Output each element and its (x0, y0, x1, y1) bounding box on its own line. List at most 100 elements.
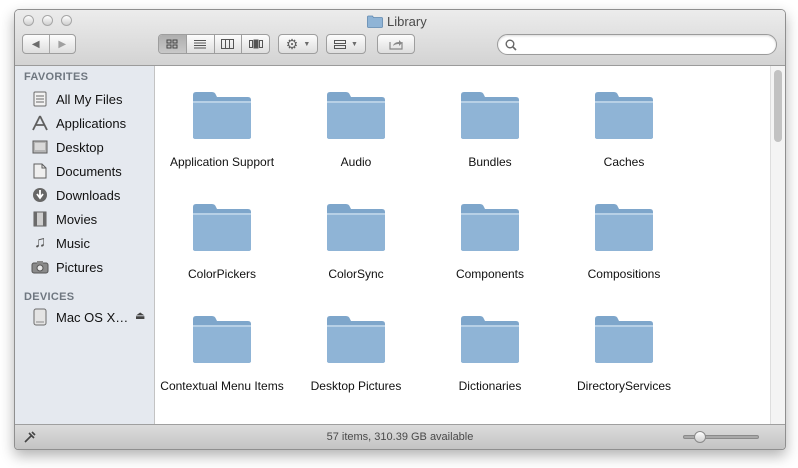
folder-icon (367, 15, 383, 28)
folder-item[interactable]: Components (423, 201, 557, 282)
list-view-icon (194, 40, 207, 49)
sidebar-item-label: Mac OS X… (56, 309, 129, 325)
hard-drive-icon (31, 308, 49, 326)
folder-item[interactable]: Desktop Pictures (289, 313, 423, 394)
folder-label: DirectoryServices (576, 379, 672, 393)
window-title: Library (367, 14, 427, 29)
folder-item[interactable]: Contextual Menu Items (155, 313, 289, 394)
sidebar-item-label: Music (56, 235, 90, 251)
nav-buttons: ◀ ▶ (22, 34, 76, 54)
forward-icon: ▶ (58, 38, 67, 50)
folder-item[interactable]: DirectoryServices (557, 313, 691, 394)
back-icon: ◀ (31, 38, 40, 50)
desktop-icon (31, 138, 49, 156)
movies-icon (31, 210, 49, 228)
folder-icon (324, 89, 388, 146)
status-bar: 57 items, 310.39 GB available (15, 424, 785, 449)
status-text: 57 items, 310.39 GB available (326, 431, 474, 443)
list-view-button[interactable] (187, 35, 215, 53)
finder-window: Library ◀ ▶ ⚙ ▼ ▼ FAVORITES All My Files… (14, 9, 786, 450)
file-grid: Application Support Audio Bundles Caches Col… (155, 66, 770, 424)
icon-view-icon (166, 39, 178, 49)
folder-label: Compositions (587, 267, 661, 281)
zoom-slider[interactable] (683, 431, 759, 443)
chevron-down-icon: ▼ (351, 40, 358, 48)
column-view-icon (221, 39, 235, 49)
arrange-menu-button[interactable]: ▼ (326, 34, 366, 54)
folder-label: Bundles (468, 155, 512, 169)
sidebar-item-applications[interactable]: Applications (31, 112, 126, 134)
downloads-icon (31, 186, 49, 204)
action-menu-button[interactable]: ⚙ ▼ (278, 34, 318, 54)
folder-label: Audio (340, 155, 372, 169)
zoom-button[interactable] (61, 15, 72, 26)
forward-button[interactable]: ▶ (50, 35, 76, 53)
folder-icon (190, 89, 254, 146)
sidebar-item-movies[interactable]: Movies (31, 208, 97, 230)
view-mode-control (158, 34, 270, 54)
folder-item[interactable]: Caches (557, 89, 691, 170)
sidebar-item-documents[interactable]: Documents (31, 160, 122, 182)
sidebar-item-label: All My Files (56, 91, 123, 107)
folder-icon (458, 313, 522, 370)
folder-icon (592, 201, 656, 258)
coverflow-view-icon (248, 39, 263, 49)
folder-item[interactable]: Audio (289, 89, 423, 170)
coverflow-view-button[interactable] (242, 35, 269, 53)
zoom-slider-knob[interactable] (694, 431, 706, 443)
sidebar-item-all-my-files[interactable]: All My Files (31, 88, 122, 110)
icon-view-button[interactable] (159, 35, 187, 53)
music-icon: ♫ (34, 234, 46, 251)
pictures-icon (31, 258, 49, 276)
search-field[interactable] (497, 34, 777, 55)
folder-icon (458, 201, 522, 258)
sidebar-item-label: Downloads (56, 187, 121, 203)
sidebar-item-mac-os-x[interactable]: Mac OS X… ⏏ (31, 306, 149, 328)
sidebar-item-label: Applications (56, 115, 127, 131)
folder-icon (324, 313, 388, 370)
sidebar-item-desktop[interactable]: Desktop (31, 136, 104, 158)
folder-label: Components (455, 267, 525, 281)
sidebar-item-label: Desktop (56, 139, 104, 155)
arrange-icon (334, 39, 347, 49)
folder-item[interactable]: Compositions (557, 201, 691, 282)
sidebar-item-label: Pictures (56, 259, 103, 275)
folder-icon (190, 201, 254, 258)
share-button[interactable] (377, 34, 415, 54)
search-icon (505, 39, 517, 51)
folder-icon (324, 201, 388, 258)
folder-label: Contextual Menu Items (160, 379, 284, 393)
folder-item[interactable]: ColorPickers (155, 201, 289, 282)
column-view-button[interactable] (215, 35, 243, 53)
sidebar-item-label: Documents (56, 163, 122, 179)
search-input[interactable] (520, 37, 774, 54)
sidebar-item-downloads[interactable]: Downloads (31, 184, 120, 206)
folder-icon (592, 89, 656, 146)
folder-label: Caches (603, 155, 645, 169)
vertical-scrollbar[interactable] (770, 66, 785, 424)
folder-label: Application Support (169, 155, 275, 169)
sidebar-item-pictures[interactable]: Pictures (31, 256, 103, 278)
back-button[interactable]: ◀ (23, 35, 50, 53)
folder-icon (190, 313, 254, 370)
close-button[interactable] (23, 15, 34, 26)
sidebar-item-music[interactable]: ♫ Music (31, 232, 90, 254)
folder-item[interactable]: ColorSync (289, 201, 423, 282)
sidebar: FAVORITES All My Files Applications Desk… (15, 66, 155, 424)
documents-icon (31, 162, 49, 180)
folder-item[interactable]: Dictionaries (423, 313, 557, 394)
eject-icon[interactable]: ⏏ (135, 309, 145, 322)
folder-item[interactable]: Application Support (155, 89, 289, 170)
titlebar: Library ◀ ▶ ⚙ ▼ ▼ (15, 10, 785, 66)
scrollbar-thumb[interactable] (774, 70, 782, 142)
folder-label: Desktop Pictures (310, 379, 402, 393)
share-icon (389, 40, 403, 50)
folder-label: ColorSync (328, 267, 384, 281)
folder-icon (592, 313, 656, 370)
minimize-button[interactable] (42, 15, 53, 26)
devices-header: DEVICES (24, 291, 75, 303)
folder-item[interactable]: Bundles (423, 89, 557, 170)
applications-icon (31, 114, 49, 132)
favorites-header: FAVORITES (24, 71, 89, 83)
gear-icon: ⚙ (285, 35, 299, 52)
